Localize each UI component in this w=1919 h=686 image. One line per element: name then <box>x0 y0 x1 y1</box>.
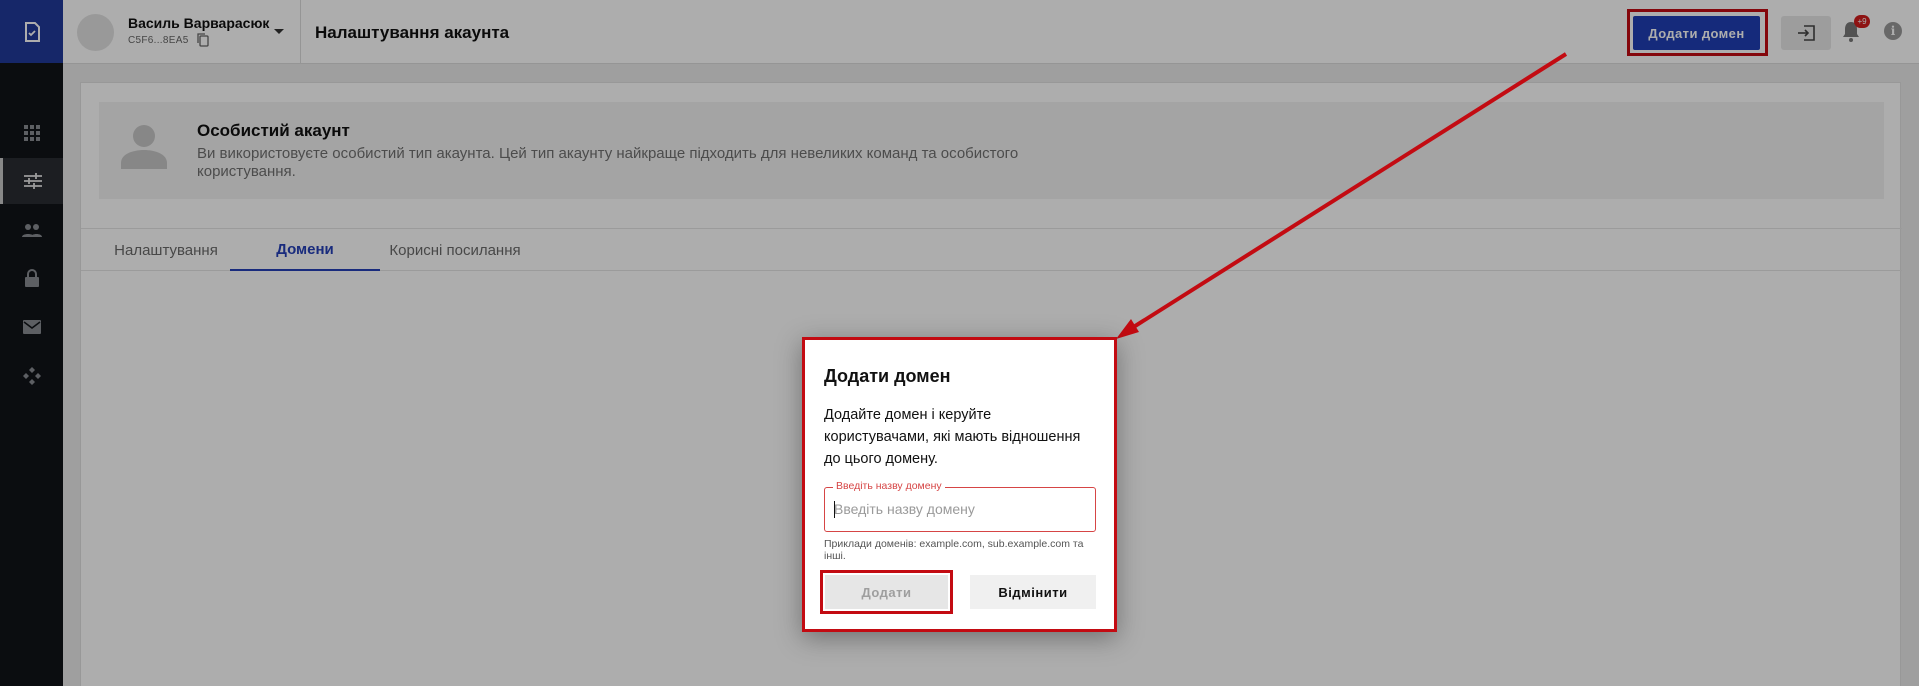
dialog-title: Додати домен <box>824 366 951 386</box>
add-domain-dialog: Додати домен Додайте домен і керуйте кор… <box>802 337 1117 632</box>
domain-name-input[interactable] <box>834 499 1084 519</box>
dialog-description: Додайте домен і керуйте користувачами, я… <box>824 407 1081 467</box>
field-hint: Приклади доменів: example.com, sub.examp… <box>824 538 1084 562</box>
add-button[interactable]: Додати <box>825 575 948 609</box>
text-cursor <box>834 501 835 518</box>
domain-name-field[interactable]: Введіть назву домену <box>824 480 1096 532</box>
cancel-button[interactable]: Відмінити <box>970 575 1096 609</box>
field-label: Введіть назву домену <box>833 480 945 492</box>
